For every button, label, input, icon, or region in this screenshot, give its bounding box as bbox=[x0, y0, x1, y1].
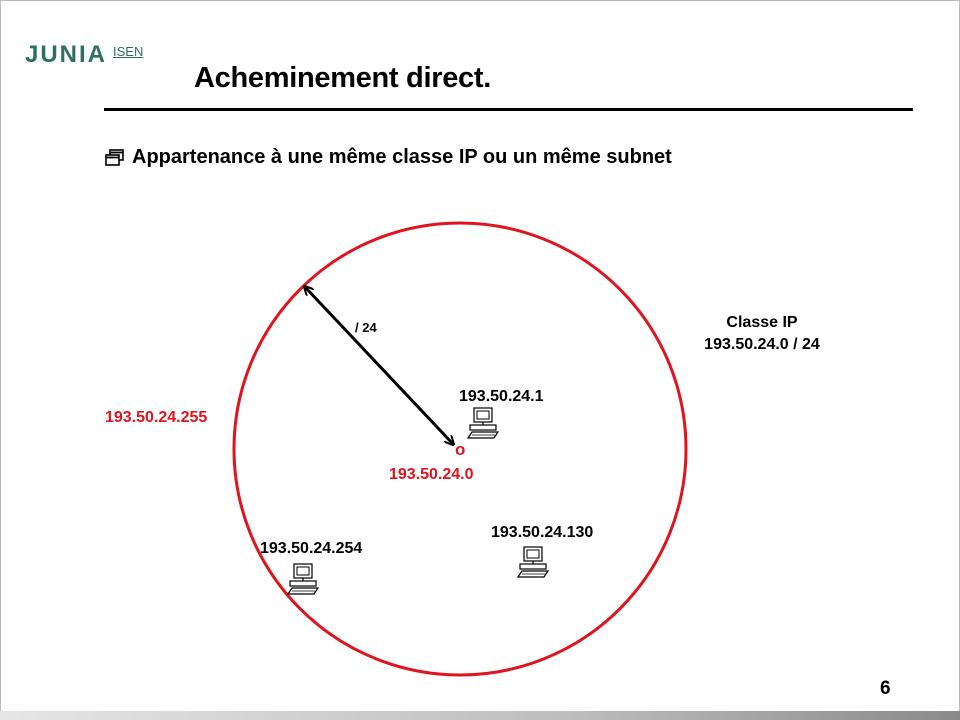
host-address-label: 193.50.24.254 bbox=[260, 540, 363, 557]
class-ip-network: 193.50.24.0 / 24 bbox=[704, 336, 820, 353]
broadcast-address-label: 193.50.24.255 bbox=[105, 409, 208, 426]
center-marker: o bbox=[455, 440, 466, 459]
network-address-label: 193.50.24.0 bbox=[389, 466, 474, 483]
computer-icon bbox=[467, 407, 499, 439]
subnet-diagram bbox=[232, 221, 688, 677]
host-address-label: 193.50.24.130 bbox=[491, 524, 594, 541]
computer-icon bbox=[287, 563, 319, 595]
radius-label: / 24 bbox=[355, 320, 377, 335]
class-ip-label: Classe IP 193.50.24.0 / 24 bbox=[690, 314, 834, 354]
radius-arrow bbox=[305, 287, 453, 444]
class-ip-title: Classe IP bbox=[726, 314, 798, 331]
host-address-label: 193.50.24.1 bbox=[459, 388, 544, 405]
footer-bar bbox=[0, 711, 960, 720]
page-number: 6 bbox=[880, 678, 891, 699]
computer-icon bbox=[517, 546, 549, 578]
